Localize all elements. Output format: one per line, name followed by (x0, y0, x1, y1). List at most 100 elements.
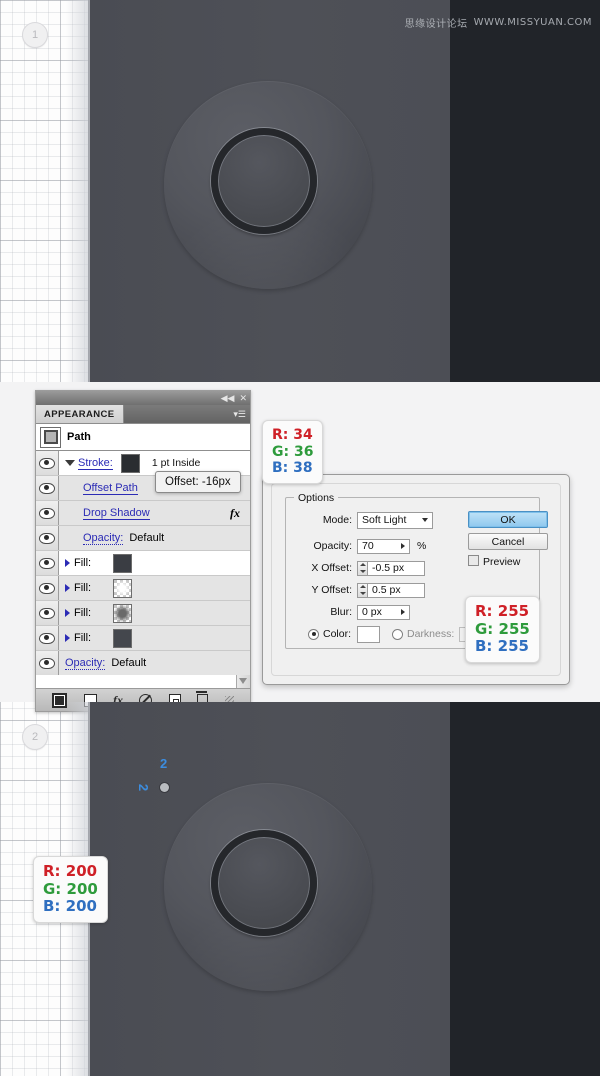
mode-value: Soft Light (362, 514, 407, 526)
fill-2-gradient-swatch[interactable] (113, 578, 133, 598)
fill-2-row-content: Fill: (59, 576, 250, 600)
visibility-toggle-fill-1[interactable] (36, 551, 59, 575)
chevron-right-icon[interactable] (65, 609, 70, 617)
knob-graphic-2 (164, 783, 372, 991)
path-label: Path (67, 431, 91, 443)
opacity-input-wrap[interactable]: 70 % (357, 538, 427, 554)
cancel-button[interactable]: Cancel (468, 533, 548, 550)
yoffset-input[interactable]: 0.5 px (367, 582, 425, 598)
appearance-panel[interactable]: ◀◀ ✕ APPEARANCE ▾☰ Path Stroke: 1 pt Ins… (35, 390, 251, 712)
badge-g-value: G: 36 (272, 443, 314, 460)
blur-slider-arrow-icon[interactable] (397, 609, 409, 615)
scroll-down-icon[interactable] (239, 678, 247, 684)
mode-label: Mode: (322, 514, 352, 526)
illustrator-canvas-2: 2 2 (88, 702, 600, 1076)
watermark-cn-text: 思缘设计论坛 (404, 18, 468, 30)
badge-color-255: R: 255 G: 255 B: 255 (465, 596, 540, 664)
chevron-down-icon[interactable] (65, 460, 75, 466)
yoffset-spinner-icon[interactable] (357, 582, 367, 598)
preview-checkbox[interactable]: Preview (468, 555, 520, 568)
appearance-row-fill-4[interactable]: Fill: (36, 626, 250, 651)
knob-graphic-1 (164, 81, 372, 289)
xoffset-input[interactable]: -0.5 px (367, 560, 425, 576)
eye-icon (39, 507, 55, 519)
opacity-value: 70 (362, 540, 374, 552)
stroke-opacity-link[interactable]: Opacity: (83, 532, 124, 545)
panel-options-menu[interactable]: ▾☰ (233, 405, 250, 423)
color-label: Color: (323, 628, 352, 640)
visibility-toggle-fill-2[interactable] (36, 576, 59, 600)
drop-shadow-link[interactable]: Drop Shadow (83, 507, 150, 520)
stroke-link[interactable]: Stroke: (78, 457, 113, 470)
tab-appearance[interactable]: APPEARANCE (36, 405, 124, 423)
opacity-slider-arrow-icon[interactable] (397, 543, 409, 549)
eye-icon (39, 557, 55, 569)
yoffset-stepper[interactable]: 0.5 px (357, 582, 425, 598)
xoffset-stepper[interactable]: -0.5 px (357, 560, 425, 576)
chevron-right-icon[interactable] (65, 559, 70, 567)
panel-body: Path Stroke: 1 pt Inside Offset Path Dro… (36, 423, 250, 688)
chevron-right-icon[interactable] (65, 634, 70, 642)
fill-3-label: Fill: (74, 607, 92, 619)
options-legend: Options (294, 492, 339, 504)
appearance-row-object-opacity[interactable]: Opacity: Default (36, 651, 250, 675)
appearance-item-header[interactable]: Path (36, 424, 250, 451)
visibility-toggle-stroke[interactable] (36, 451, 59, 475)
fill-3-gradient-swatch[interactable] (113, 603, 133, 623)
stroke-meta: 1 pt Inside (151, 457, 201, 469)
step-1-block: 思缘设计论坛 WWW.MISSYUAN.COM 1 (0, 0, 600, 382)
annotation-point-handle[interactable] (160, 783, 169, 792)
illustrator-canvas-1: 思缘设计论坛 WWW.MISSYUAN.COM (88, 0, 600, 382)
ok-button-label: OK (500, 513, 516, 526)
badge-b-value: B: 200 (43, 897, 97, 916)
drop-shadow-row-content: Drop Shadow fx (59, 501, 250, 525)
chevron-right-icon[interactable] (65, 584, 70, 592)
object-opacity-row-content: Opacity: Default (59, 651, 250, 675)
step-marker-1: 1 (22, 22, 48, 48)
badge-g-value: G: 200 (43, 879, 98, 898)
visibility-toggle-fill-3[interactable] (36, 601, 59, 625)
collapse-icon[interactable]: ◀◀ (221, 393, 235, 403)
xoffset-spinner-icon[interactable] (357, 560, 367, 576)
preview-checkbox-box[interactable] (468, 555, 479, 566)
offset-path-link[interactable]: Offset Path (83, 482, 138, 495)
badge-r-value: R: 255 (475, 602, 530, 620)
paper-edge-shadow-1 (66, 0, 90, 382)
appearance-row-drop-shadow[interactable]: Drop Shadow fx (36, 501, 250, 526)
blur-value: 0 px (362, 606, 382, 618)
fill-4-color-swatch[interactable] (113, 628, 133, 648)
close-icon[interactable]: ✕ (239, 393, 247, 403)
appearance-row-fill-2[interactable]: Fill: (36, 576, 250, 601)
object-opacity-link[interactable]: Opacity: (65, 657, 106, 670)
xoffset-value: -0.5 px (372, 562, 405, 574)
offset-path-tooltip: Offset: -16px (155, 471, 241, 493)
darkness-radio[interactable] (392, 628, 404, 640)
opacity-unit: % (417, 540, 427, 552)
stroke-opacity-value: Default (129, 532, 165, 544)
mode-select[interactable]: Soft Light (357, 511, 433, 529)
fill-1-color-swatch[interactable] (113, 553, 133, 573)
ok-button[interactable]: OK (468, 511, 548, 528)
eye-icon (39, 607, 55, 619)
fx-icon: fx (230, 505, 240, 520)
visibility-toggle-offset-path[interactable] (36, 476, 59, 500)
badge-r-value: R: 34 (272, 427, 313, 443)
visibility-toggle-fill-4[interactable] (36, 626, 59, 650)
opacity-label: Opacity: (313, 540, 352, 552)
eye-icon (39, 482, 55, 494)
appearance-row-stroke-opacity[interactable]: Opacity: Default (36, 526, 250, 551)
visibility-toggle-drop-shadow[interactable] (36, 501, 59, 525)
appearance-row-fill-3[interactable]: Fill: (36, 601, 250, 626)
path-thumbnail-icon (40, 426, 61, 448)
fill-1-label: Fill: (74, 557, 92, 569)
badge-color-200: R: 200 G: 200 B: 200 (33, 856, 108, 924)
appearance-row-fill-1[interactable]: Fill: (36, 551, 250, 576)
path-row-content: Path (67, 424, 250, 450)
chevron-down-icon[interactable] (418, 513, 432, 528)
color-radio[interactable] (308, 628, 319, 640)
eye-icon (39, 657, 55, 669)
mode-combo[interactable]: Soft Light (357, 511, 433, 529)
stroke-color-swatch[interactable] (120, 453, 140, 473)
shadow-color-swatch[interactable] (357, 625, 381, 643)
blur-input-wrap[interactable]: 0 px (357, 604, 410, 620)
